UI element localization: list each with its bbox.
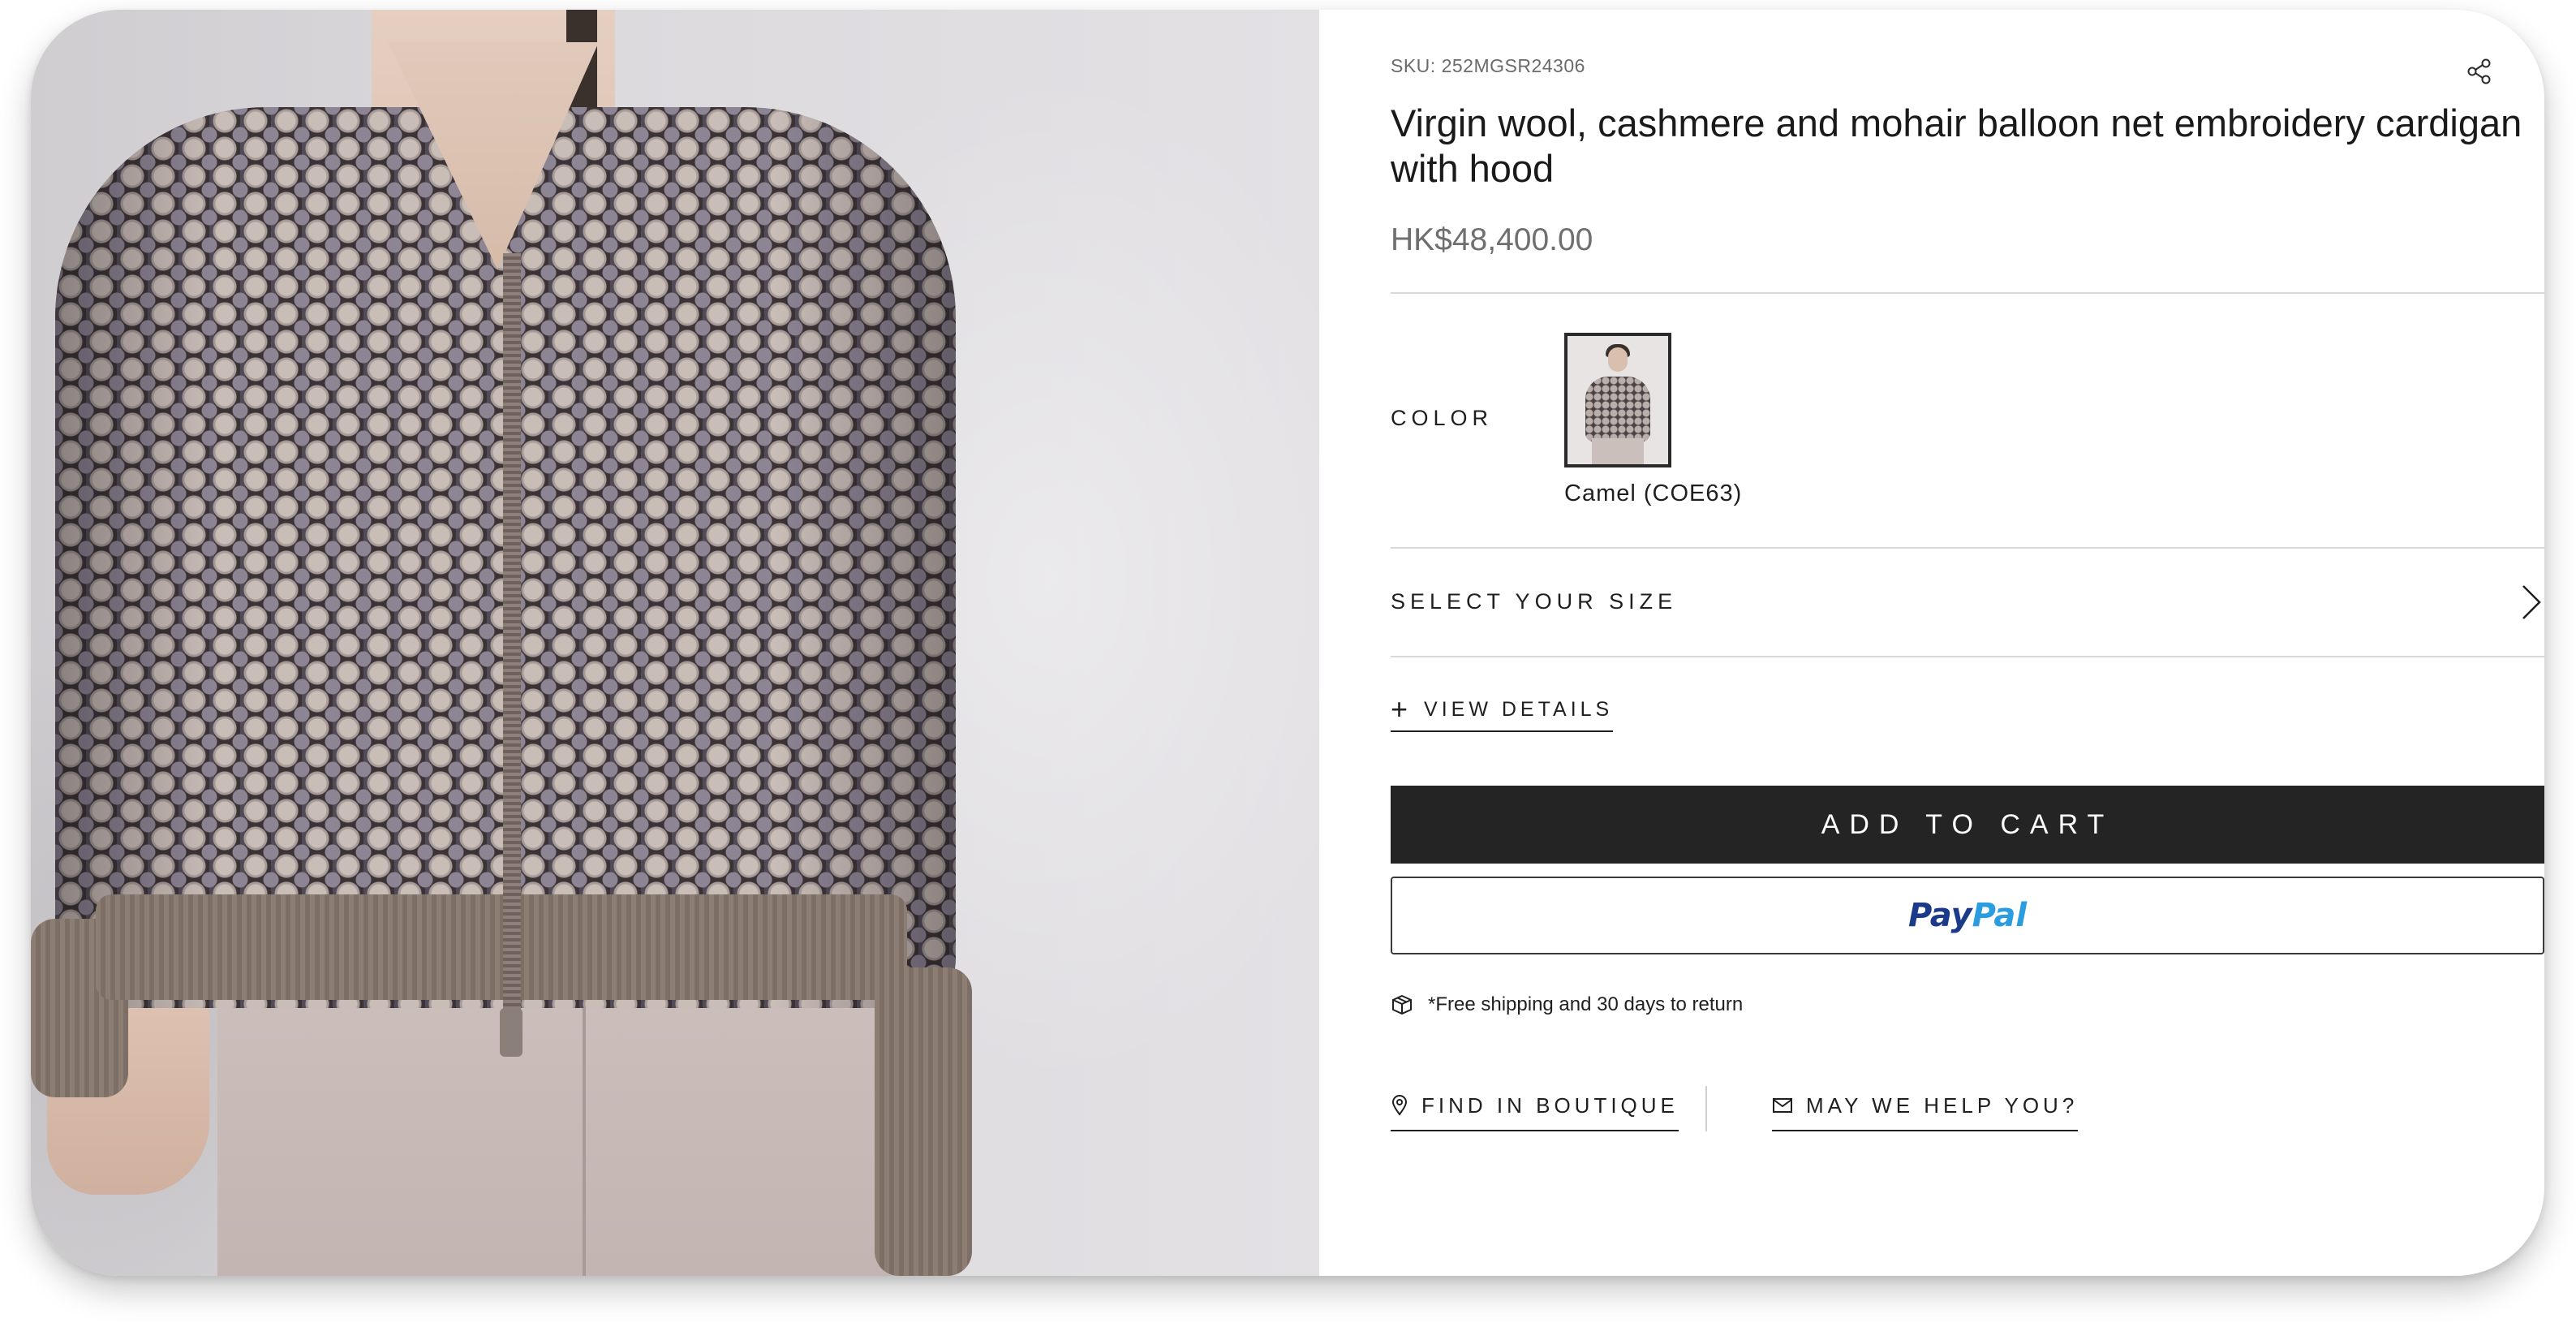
swatch-head (1608, 347, 1628, 372)
add-to-cart-button[interactable]: ADD TO CART (1391, 786, 2544, 864)
shipping-info: *Free shipping and 30 days to return (1391, 990, 1743, 1019)
right-cuff (875, 967, 972, 1276)
share-icon (2467, 58, 2491, 84)
divider (1391, 656, 2544, 657)
map-pin-icon (1391, 1095, 1408, 1116)
select-size-row[interactable]: SELECT YOUR SIZE (1391, 549, 2544, 656)
swatch-cardigan (1585, 377, 1650, 442)
plus-icon: + (1391, 692, 1408, 726)
ribbed-hem (96, 894, 907, 1000)
trouser-seam (583, 984, 586, 1276)
divider (1391, 292, 2544, 294)
product-page-window: SKU: 252MGSR24306 Virgin wool, cashmere … (31, 10, 2544, 1276)
share-button[interactable] (2455, 47, 2504, 96)
paypal-logo-pal: Pal (1972, 897, 2028, 934)
mail-icon (1773, 1098, 1792, 1113)
shipping-text: *Free shipping and 30 days to return (1428, 993, 1744, 1015)
sku-row: SKU: 252MGSR24306 (1391, 47, 2527, 96)
sku-text: SKU: 252MGSR24306 (1391, 55, 1585, 76)
paypal-logo-pay: Pay (1907, 897, 1972, 934)
view-details-link[interactable]: + VIEW DETAILS (1391, 692, 1614, 732)
link-separator (1705, 1086, 1707, 1131)
color-swatch-camel[interactable] (1564, 333, 1671, 467)
color-name: Camel (COE63) (1564, 480, 1743, 506)
zipper (503, 253, 521, 1016)
product-image[interactable] (31, 10, 1319, 1276)
chevron-right-icon (2522, 585, 2541, 619)
find-in-boutique-label: FIND IN BOUTIQUE (1421, 1092, 1679, 1118)
color-label: COLOR (1391, 406, 1494, 430)
product-details-panel: SKU: 252MGSR24306 Virgin wool, cashmere … (1319, 10, 2544, 1276)
select-size-label: SELECT YOUR SIZE (1391, 589, 1678, 614)
product-price: HK$48,400.00 (1391, 222, 1593, 257)
zipper-pull (500, 1008, 523, 1057)
product-title: Virgin wool, cashmere and mohair balloon… (1391, 101, 2522, 190)
may-we-help-label: MAY WE HELP YOU? (1806, 1092, 2079, 1118)
find-in-boutique-link[interactable]: FIND IN BOUTIQUE (1391, 1081, 1679, 1131)
package-icon (1392, 994, 1412, 1015)
swatch-trousers (1592, 438, 1644, 464)
paypal-button[interactable]: Pay Pal (1391, 877, 2544, 954)
view-details-label: VIEW DETAILS (1424, 697, 1614, 721)
may-we-help-link[interactable]: MAY WE HELP YOU? (1772, 1081, 2079, 1131)
